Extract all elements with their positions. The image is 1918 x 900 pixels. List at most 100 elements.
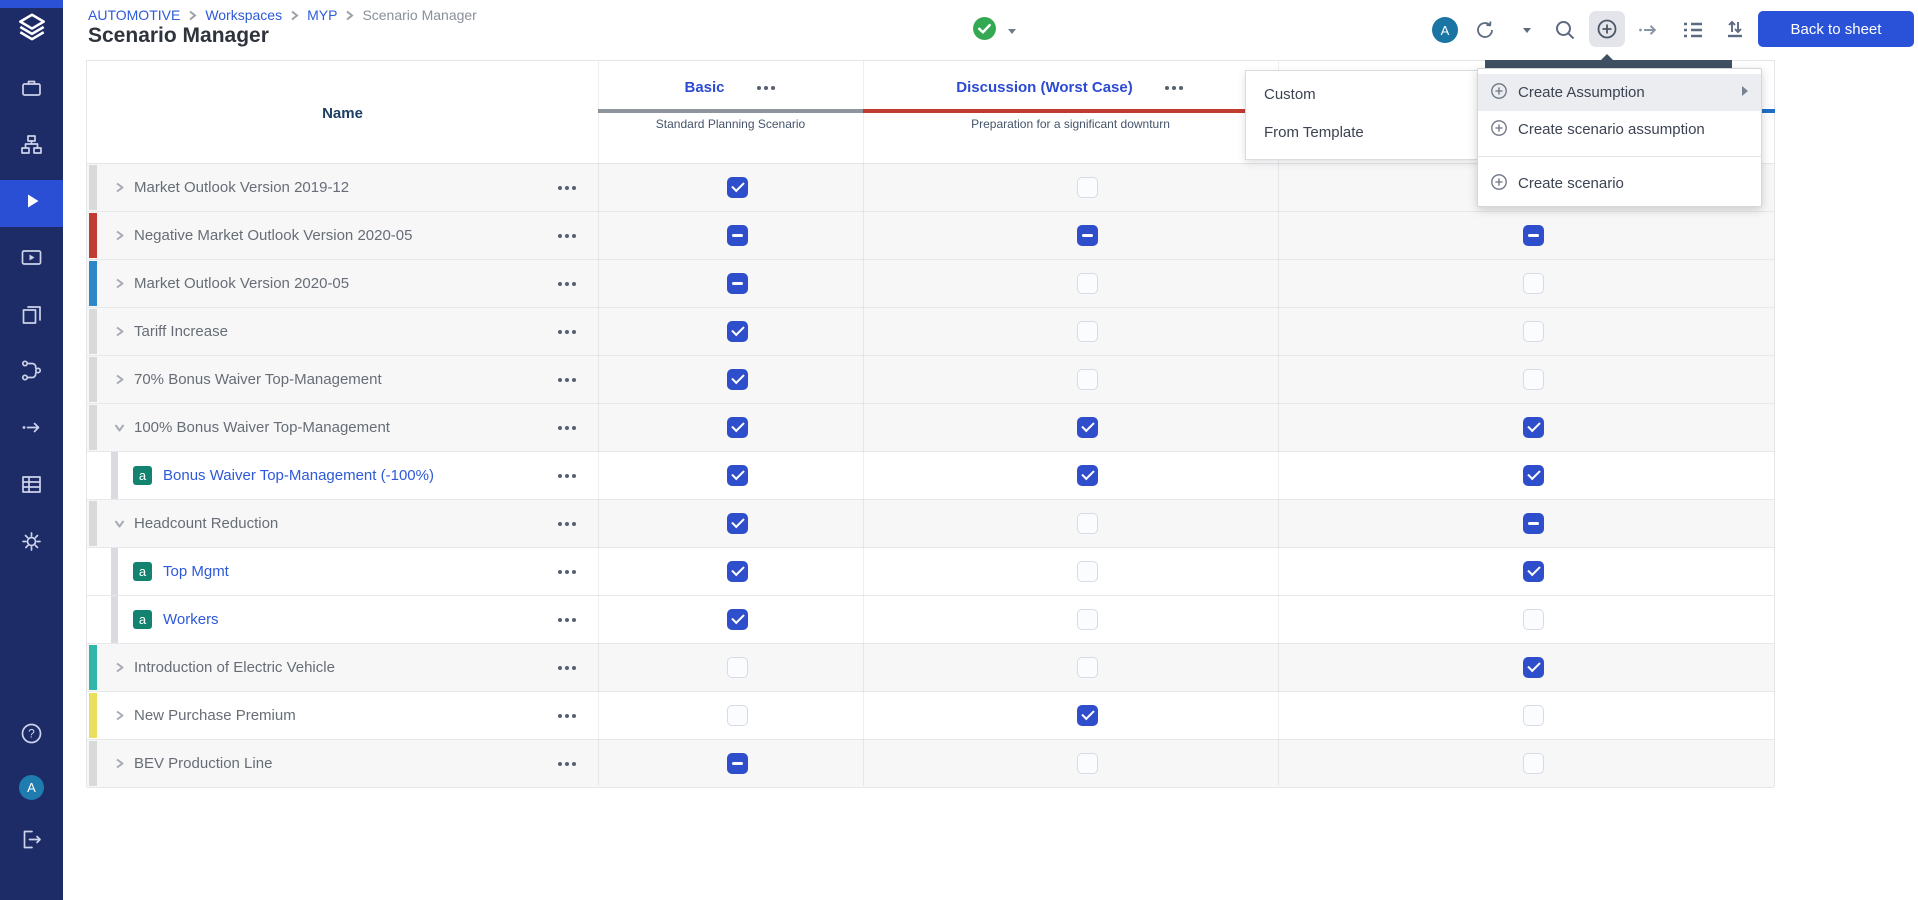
scenario-checkbox[interactable] <box>727 465 748 486</box>
scenario-checkbox[interactable] <box>1077 465 1098 486</box>
scenario-checkbox[interactable] <box>1523 657 1544 678</box>
row-menu-button[interactable] <box>554 564 580 580</box>
scenario-checkbox[interactable] <box>727 561 748 582</box>
scenario-checkbox[interactable] <box>727 417 748 438</box>
chevron-right-icon[interactable] <box>113 373 127 387</box>
column-menu-button[interactable] <box>1163 84 1185 92</box>
scenario-checkbox[interactable] <box>1523 369 1544 390</box>
flow-arrow-icon[interactable] <box>1636 18 1660 42</box>
row-menu-button[interactable] <box>554 276 580 292</box>
scenario-checkbox[interactable] <box>1523 561 1544 582</box>
chevron-right-icon[interactable] <box>113 661 127 675</box>
search-icon[interactable] <box>1553 18 1577 42</box>
row-menu-button[interactable] <box>554 372 580 388</box>
row-menu-button[interactable] <box>554 420 580 436</box>
sidebar-item-briefcase[interactable] <box>12 70 52 110</box>
menu-item-create-assumption[interactable]: Create Assumption <box>1478 74 1761 111</box>
menu-item-create-scenario[interactable]: Create scenario <box>1478 165 1761 202</box>
scenario-checkbox[interactable] <box>1077 417 1098 438</box>
scenario-checkbox[interactable] <box>727 609 748 630</box>
submenu-item-from-template[interactable]: From Template <box>1246 113 1477 151</box>
sidebar-item-table[interactable] <box>12 467 52 507</box>
layers-logo-icon[interactable] <box>15 11 49 50</box>
caret-down-icon[interactable] <box>1515 18 1539 42</box>
scenario-checkbox[interactable] <box>1523 705 1544 726</box>
chevron-right-icon[interactable] <box>113 181 127 195</box>
chevron-down-icon[interactable] <box>113 421 127 435</box>
scenario-title[interactable]: Discussion (Worst Case) <box>956 79 1132 96</box>
menu-item-create-scenario-assumption[interactable]: Create scenario assumption <box>1478 111 1761 148</box>
scenario-checkbox[interactable] <box>1077 657 1098 678</box>
scenario-checkbox[interactable] <box>1523 417 1544 438</box>
sidebar-item-logout[interactable] <box>12 822 52 862</box>
scenario-checkbox[interactable] <box>727 177 748 198</box>
scenario-checkbox[interactable] <box>1077 369 1098 390</box>
scenario-checkbox[interactable] <box>727 705 748 726</box>
create-plus-button[interactable] <box>1589 11 1625 47</box>
scenario-checkbox[interactable] <box>1077 561 1098 582</box>
scenario-checkbox[interactable] <box>727 657 748 678</box>
chevron-right-icon[interactable] <box>113 325 127 339</box>
scenario-checkbox[interactable] <box>1523 465 1544 486</box>
scenario-checkbox[interactable] <box>1523 225 1544 246</box>
sidebar-item-user[interactable]: A <box>12 767 52 807</box>
row-menu-button[interactable] <box>554 756 580 772</box>
chevron-right-icon[interactable] <box>113 277 127 291</box>
sidebar-item-flow-arrow[interactable] <box>12 410 52 450</box>
chevron-right-icon[interactable] <box>113 709 127 723</box>
scenario-checkbox[interactable] <box>1077 177 1098 198</box>
chevron-down-icon[interactable] <box>113 517 127 531</box>
assumption-link[interactable]: Workers <box>163 611 219 628</box>
scenario-status-control[interactable] <box>972 16 1017 46</box>
scenario-checkbox[interactable] <box>1523 273 1544 294</box>
scenario-checkbox[interactable] <box>1077 273 1098 294</box>
back-to-sheet-button[interactable]: Back to sheet <box>1758 11 1914 47</box>
sidebar-item-sitemap[interactable] <box>12 127 52 167</box>
row-menu-button[interactable] <box>554 612 580 628</box>
sidebar-item-gear[interactable] <box>12 524 52 564</box>
row-menu-button[interactable] <box>554 660 580 676</box>
row-color-strip <box>89 741 97 786</box>
sidebar-item-play[interactable] <box>12 183 52 223</box>
assumption-link[interactable]: Bonus Waiver Top-Management (-100%) <box>163 467 434 484</box>
chevron-right-icon[interactable] <box>113 229 127 243</box>
scenario-title[interactable]: Basic <box>684 79 724 96</box>
scenario-checkbox[interactable] <box>1077 753 1098 774</box>
scenario-checkbox[interactable] <box>727 513 748 534</box>
detail-list-icon[interactable] <box>1681 18 1705 42</box>
row-menu-button[interactable] <box>554 180 580 196</box>
refresh-icon[interactable] <box>1473 18 1497 42</box>
scenario-checkbox[interactable] <box>727 753 748 774</box>
row-menu-button[interactable] <box>554 468 580 484</box>
sidebar-item-help[interactable]: ? <box>12 716 52 756</box>
scenario-checkbox[interactable] <box>727 321 748 342</box>
sidebar-item-branch[interactable] <box>12 353 52 393</box>
scenario-checkbox[interactable] <box>1523 753 1544 774</box>
row-menu-button[interactable] <box>554 324 580 340</box>
sidebar-item-presentation[interactable] <box>12 240 52 280</box>
submenu-item-custom[interactable]: Custom <box>1246 75 1477 113</box>
import-export-icon[interactable] <box>1723 18 1747 42</box>
scenario-checkbox[interactable] <box>1077 705 1098 726</box>
scenario-checkbox[interactable] <box>727 225 748 246</box>
breadcrumb-item[interactable]: AUTOMOTIVE <box>88 7 180 23</box>
scenario-checkbox[interactable] <box>727 369 748 390</box>
row-menu-button[interactable] <box>554 708 580 724</box>
breadcrumb-item[interactable]: MYP <box>307 7 337 23</box>
scenario-checkbox[interactable] <box>1523 513 1544 534</box>
chevron-right-icon[interactable] <box>113 757 127 771</box>
scenario-checkbox[interactable] <box>1077 225 1098 246</box>
scenario-checkbox[interactable] <box>1523 321 1544 342</box>
column-menu-button[interactable] <box>755 84 777 92</box>
user-avatar[interactable]: A <box>1432 17 1458 43</box>
row-menu-button[interactable] <box>554 516 580 532</box>
breadcrumb-item[interactable]: Workspaces <box>205 7 282 23</box>
scenario-checkbox[interactable] <box>1077 609 1098 630</box>
scenario-checkbox[interactable] <box>1077 513 1098 534</box>
row-menu-button[interactable] <box>554 228 580 244</box>
sidebar-item-sheets[interactable] <box>12 297 52 337</box>
scenario-checkbox[interactable] <box>727 273 748 294</box>
scenario-checkbox[interactable] <box>1077 321 1098 342</box>
assumption-link[interactable]: Top Mgmt <box>163 563 229 580</box>
scenario-checkbox[interactable] <box>1523 609 1544 630</box>
